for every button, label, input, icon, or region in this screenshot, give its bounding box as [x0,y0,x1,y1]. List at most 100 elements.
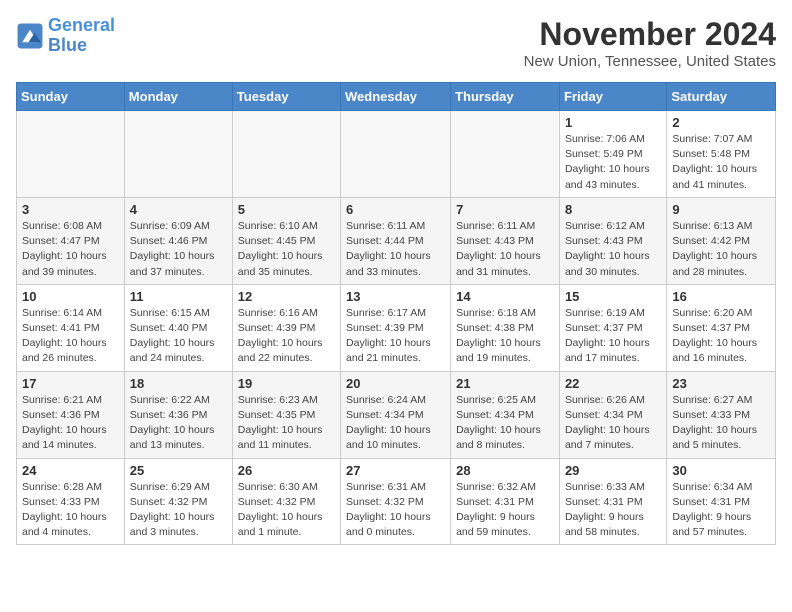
day-info: Sunrise: 6:10 AMSunset: 4:45 PMDaylight:… [238,219,335,280]
day-info: Sunrise: 6:22 AMSunset: 4:36 PMDaylight:… [130,393,227,454]
day-info: Sunrise: 7:07 AMSunset: 5:48 PMDaylight:… [672,132,770,193]
day-number: 19 [238,376,335,391]
logo: General Blue [16,16,115,56]
table-row: 9Sunrise: 6:13 AMSunset: 4:42 PMDaylight… [667,197,776,284]
day-info: Sunrise: 6:11 AMSunset: 4:44 PMDaylight:… [346,219,445,280]
day-info: Sunrise: 6:33 AMSunset: 4:31 PMDaylight:… [565,480,661,541]
day-number: 20 [346,376,445,391]
day-number: 15 [565,289,661,304]
day-info: Sunrise: 6:16 AMSunset: 4:39 PMDaylight:… [238,306,335,367]
day-number: 10 [22,289,119,304]
day-number: 17 [22,376,119,391]
day-info: Sunrise: 6:31 AMSunset: 4:32 PMDaylight:… [346,480,445,541]
day-number: 28 [456,463,554,478]
day-info: Sunrise: 6:18 AMSunset: 4:38 PMDaylight:… [456,306,554,367]
day-info: Sunrise: 6:32 AMSunset: 4:31 PMDaylight:… [456,480,554,541]
table-row: 26Sunrise: 6:30 AMSunset: 4:32 PMDayligh… [232,458,340,545]
table-row: 5Sunrise: 6:10 AMSunset: 4:45 PMDaylight… [232,197,340,284]
day-number: 22 [565,376,661,391]
table-row [232,111,340,198]
logo-text: General Blue [48,16,115,56]
table-row [341,111,451,198]
day-number: 14 [456,289,554,304]
table-row: 16 Sunrise: 6:20 AMSunset: 4:37 PMDayligh… [667,284,776,371]
title-block: November 2024 New Union, Tennessee, Unit… [524,16,776,70]
table-row [451,111,560,198]
day-info: Sunrise: 6:24 AMSunset: 4:34 PMDaylight:… [346,393,445,454]
table-row: 1 Sunrise: 7:06 AMSunset: 5:49 PMDaylight… [559,111,666,198]
day-number: 24 [22,463,119,478]
table-row: 7 Sunrise: 6:11 AMSunset: 4:43 PMDaylight… [451,197,560,284]
day-number: 3 [22,202,119,217]
calendar-table: Sunday Monday Tuesday Wednesday Thursday… [16,82,776,545]
table-row: 4Sunrise: 6:09 AMSunset: 4:46 PMDaylight… [124,197,232,284]
table-row: 19 Sunrise: 6:23 AMSunset: 4:35 PMDayligh… [232,371,340,458]
table-row [17,111,125,198]
day-number: 6 [346,202,445,217]
table-row: 20 Sunrise: 6:24 AMSunset: 4:34 PMDayligh… [341,371,451,458]
day-info: Sunrise: 6:30 AMSunset: 4:32 PMDaylight:… [238,480,335,541]
day-info: Sunrise: 6:20 AMSunset: 4:37 PMDaylight:… [672,306,770,367]
table-row: 23 Sunrise: 6:27 AMSunset: 4:33 PMDayligh… [667,371,776,458]
day-info: Sunrise: 6:14 AMSunset: 4:41 PMDaylight:… [22,306,119,367]
table-row: 2 Sunrise: 7:07 AMSunset: 5:48 PMDaylight… [667,111,776,198]
table-row: 27 Sunrise: 6:31 AMSunset: 4:32 PMDayligh… [341,458,451,545]
table-row: 3 Sunrise: 6:08 AMSunset: 4:47 PMDaylight… [17,197,125,284]
table-row: 17 Sunrise: 6:21 AMSunset: 4:36 PMDayligh… [17,371,125,458]
table-row: 10 Sunrise: 6:14 AMSunset: 4:41 PMDayligh… [17,284,125,371]
header-row: Sunday Monday Tuesday Wednesday Thursday… [17,83,776,111]
day-info: Sunrise: 6:29 AMSunset: 4:32 PMDaylight:… [130,480,227,541]
day-info: Sunrise: 6:08 AMSunset: 4:47 PMDaylight:… [22,219,119,280]
day-number: 25 [130,463,227,478]
table-row: 8Sunrise: 6:12 AMSunset: 4:43 PMDaylight… [559,197,666,284]
col-wednesday: Wednesday [341,83,451,111]
day-info: Sunrise: 6:21 AMSunset: 4:36 PMDaylight:… [22,393,119,454]
day-info: Sunrise: 6:11 AMSunset: 4:43 PMDaylight:… [456,219,554,280]
calendar-row: 1 Sunrise: 7:06 AMSunset: 5:49 PMDaylight… [17,111,776,198]
day-number: 2 [672,115,770,130]
day-number: 13 [346,289,445,304]
day-number: 7 [456,202,554,217]
table-row [124,111,232,198]
month-title: November 2024 [524,16,776,53]
calendar-row: 24 Sunrise: 6:28 AMSunset: 4:33 PMDayligh… [17,458,776,545]
day-info: Sunrise: 6:23 AMSunset: 4:35 PMDaylight:… [238,393,335,454]
col-tuesday: Tuesday [232,83,340,111]
day-number: 8 [565,202,661,217]
day-info: Sunrise: 6:26 AMSunset: 4:34 PMDaylight:… [565,393,661,454]
table-row: 15 Sunrise: 6:19 AMSunset: 4:37 PMDayligh… [559,284,666,371]
day-info: Sunrise: 6:27 AMSunset: 4:33 PMDaylight:… [672,393,770,454]
day-number: 1 [565,115,661,130]
table-row: 30Sunrise: 6:34 AMSunset: 4:31 PMDayligh… [667,458,776,545]
table-row: 12Sunrise: 6:16 AMSunset: 4:39 PMDayligh… [232,284,340,371]
day-number: 18 [130,376,227,391]
day-info: Sunrise: 7:06 AMSunset: 5:49 PMDaylight:… [565,132,661,193]
day-number: 16 [672,289,770,304]
table-row: 22 Sunrise: 6:26 AMSunset: 4:34 PMDayligh… [559,371,666,458]
col-sunday: Sunday [17,83,125,111]
col-saturday: Saturday [667,83,776,111]
table-row: 18 Sunrise: 6:22 AMSunset: 4:36 PMDayligh… [124,371,232,458]
col-thursday: Thursday [451,83,560,111]
calendar-row: 3 Sunrise: 6:08 AMSunset: 4:47 PMDaylight… [17,197,776,284]
day-number: 30 [672,463,770,478]
day-info: Sunrise: 6:15 AMSunset: 4:40 PMDaylight:… [130,306,227,367]
day-info: Sunrise: 6:19 AMSunset: 4:37 PMDaylight:… [565,306,661,367]
col-monday: Monday [124,83,232,111]
table-row: 13Sunrise: 6:17 AMSunset: 4:39 PMDayligh… [341,284,451,371]
day-info: Sunrise: 6:09 AMSunset: 4:46 PMDaylight:… [130,219,227,280]
day-number: 23 [672,376,770,391]
day-info: Sunrise: 6:25 AMSunset: 4:34 PMDaylight:… [456,393,554,454]
table-row: 24 Sunrise: 6:28 AMSunset: 4:33 PMDayligh… [17,458,125,545]
day-number: 21 [456,376,554,391]
table-row: 14 Sunrise: 6:18 AMSunset: 4:38 PMDayligh… [451,284,560,371]
day-number: 27 [346,463,445,478]
table-row: 25 Sunrise: 6:29 AMSunset: 4:32 PMDayligh… [124,458,232,545]
page-header: General Blue November 2024 New Union, Te… [16,16,776,70]
day-info: Sunrise: 6:28 AMSunset: 4:33 PMDaylight:… [22,480,119,541]
table-row: 21 Sunrise: 6:25 AMSunset: 4:34 PMDayligh… [451,371,560,458]
table-row: 6 Sunrise: 6:11 AMSunset: 4:44 PMDaylight… [341,197,451,284]
day-info: Sunrise: 6:13 AMSunset: 4:42 PMDaylight:… [672,219,770,280]
table-row: 29Sunrise: 6:33 AMSunset: 4:31 PMDayligh… [559,458,666,545]
day-number: 11 [130,289,227,304]
